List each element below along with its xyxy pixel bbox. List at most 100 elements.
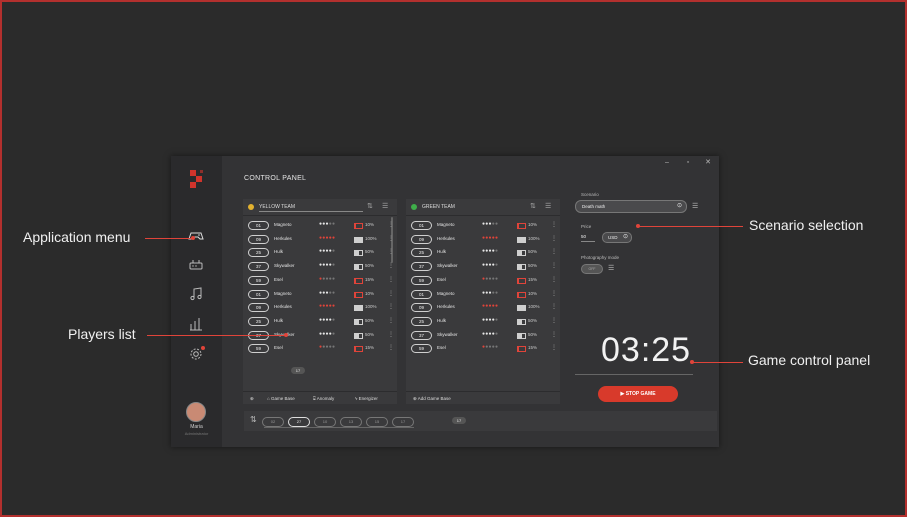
player-row[interactable]: 37 Skywalker ●●●●● 50% ⋮ [406,260,560,274]
stop-game-button[interactable]: ▶ STOP GAME [598,386,678,402]
game-pill[interactable]: 27 [288,417,310,427]
more-options-icon[interactable]: ⋮ [388,290,394,297]
game-pill[interactable]: 02 [262,417,284,427]
player-row[interactable]: 25 Hulk ●●●●● 50% ⋮ [406,246,560,260]
more-options-icon[interactable]: ⋮ [388,303,394,310]
scenario-value: Death math [582,204,606,209]
annotation-line [145,238,192,239]
more-options-icon[interactable]: ⋮ [388,221,394,228]
player-row[interactable]: 09 Herkules ●●●●● 100% ⋮ [243,233,397,247]
game-pill[interactable]: 13 [340,417,362,427]
more-options-icon[interactable]: ⋮ [388,317,394,324]
more-options-icon[interactable]: ⋮ [388,276,394,283]
yellow-team-name[interactable]: YELLOW TEAM [259,204,295,210]
player-row[interactable]: 25 Hulk ●●●●● 50% ⋮ [406,315,560,329]
player-row[interactable]: 25 Hulk ●●●●● 50% ⋮ [243,246,397,260]
player-row[interactable]: 01 Magneto ●●●●● 10% ⋮ [406,219,560,233]
player-row[interactable]: 09 Herkules ●●●●● 100% ⋮ [406,301,560,315]
price-input[interactable]: 50 [581,233,595,242]
more-options-icon[interactable]: ⋮ [388,331,394,338]
player-row[interactable]: 01 Magneto ●●●●● 10% ⋮ [243,219,397,233]
player-row[interactable]: 01 Magneto ●●●●● 10% ⋮ [243,288,397,302]
sort-icon[interactable]: ⇅ [367,202,373,210]
settings-sliders-icon[interactable]: ☰ [692,202,698,210]
battery-icon [517,223,526,229]
gamepad-icon[interactable] [187,227,205,243]
player-rating: ●●●●● [482,316,499,323]
annotation-dot [284,333,288,337]
player-row[interactable]: 59 Esel ●●●●● 15% ⋮ [243,274,397,288]
battery-percent: 10% [528,222,538,227]
player-row[interactable]: 25 Hulk ●●●●● 50% ⋮ [243,315,397,329]
player-number: 37 [411,262,432,272]
sort-icon[interactable]: ⇅ [250,415,257,424]
battery-icon [354,305,363,312]
annotation-players-list: Players list [68,326,136,342]
currency-select[interactable]: USD ⊙ [602,232,632,243]
add-icon[interactable]: ⊕ [250,396,254,402]
anomaly-item[interactable]: ⌺ Anomaly [313,396,334,401]
player-row[interactable]: 59 Esel ●●●●● 15% ⋮ [243,342,397,356]
annotation-application-menu: Application menu [23,229,131,245]
battery-icon [517,318,526,325]
more-options-icon[interactable]: ⋮ [551,221,557,228]
filter-icon[interactable]: ☰ [545,202,551,210]
avatar[interactable] [186,402,206,422]
more-options-icon[interactable]: ⋮ [551,262,557,269]
router-icon[interactable] [187,257,205,273]
music-icon[interactable] [187,286,205,302]
player-row[interactable]: 37 Skywalker ●●●●● 50% ⋮ [406,329,560,343]
more-options-icon[interactable]: ⋮ [551,344,557,351]
more-options-icon[interactable]: ⋮ [551,235,557,242]
player-row[interactable]: 09 Herkules ●●●●● 100% ⋮ [243,301,397,315]
game-pill[interactable]: 17 [392,417,414,427]
pager-badge[interactable]: 17 [452,417,466,424]
player-number: 09 [248,303,269,313]
filter-icon[interactable]: ☰ [382,202,388,210]
player-row[interactable]: 09 Herkules ●●●●● 100% ⋮ [406,233,560,247]
green-team-name[interactable]: GREEN TEAM [422,204,455,210]
player-number: 01 [248,221,269,230]
game-base-item[interactable]: ⌂ Game Base [267,396,295,401]
more-options-icon[interactable]: ⋮ [388,344,394,351]
pager-badge[interactable]: 17 [291,367,305,374]
scenario-select[interactable]: Death math ⊙ [575,200,687,213]
more-options-icon[interactable]: ⋮ [551,331,557,338]
green-team-header: GREEN TEAM ⇅ ☰ [406,199,560,216]
more-options-icon[interactable]: ⋮ [551,276,557,283]
player-row[interactable]: 59 Esel ●●●●● 15% ⋮ [406,274,560,288]
more-options-icon[interactable]: ⋮ [388,235,394,242]
more-options-icon[interactable]: ⋮ [551,317,557,324]
player-rating: ●●●●● [482,275,499,282]
player-rating: ●●●●● [482,248,499,255]
game-pill[interactable]: 15 [366,417,388,427]
player-name: Skywalker [274,263,295,269]
player-row[interactable]: 01 Magneto ●●●●● 10% ⋮ [406,288,560,302]
stop-game-label: STOP GAME [625,391,656,397]
more-options-icon[interactable]: ⋮ [551,248,557,255]
energizer-item[interactable]: ϟ Energizer [355,396,378,401]
settings-sliders-icon[interactable]: ☰ [608,264,614,272]
more-options-icon[interactable]: ⋮ [388,248,394,255]
battery-percent: 50% [365,317,375,323]
add-game-base-button[interactable]: ⊕ Add Game Base [413,396,451,402]
game-pill[interactable]: 10 [314,417,336,427]
player-number: 37 [411,330,432,340]
add-game-base-label: Add Game Base [417,396,451,401]
sort-icon[interactable]: ⇅ [530,202,536,210]
player-number: 01 [411,221,432,230]
more-options-icon[interactable]: ⋮ [388,262,394,269]
more-options-icon[interactable]: ⋮ [551,290,557,297]
player-rating: ●●●●● [482,303,499,310]
bar-chart-icon[interactable] [187,316,205,332]
player-name: Skywalker [437,331,458,337]
bottom-progress-line [264,427,414,428]
more-options-icon[interactable]: ⋮ [551,303,557,310]
player-number: 25 [411,248,432,258]
battery-icon [517,277,526,284]
player-row[interactable]: 37 Skywalker ●●●●● 50% ⋮ [243,260,397,274]
photo-mode-toggle[interactable]: OFF [581,264,603,274]
player-row[interactable]: 59 Esel ●●●●● 15% ⋮ [406,342,560,356]
player-rating: ●●●●● [319,262,336,269]
player-number: 25 [248,316,269,326]
